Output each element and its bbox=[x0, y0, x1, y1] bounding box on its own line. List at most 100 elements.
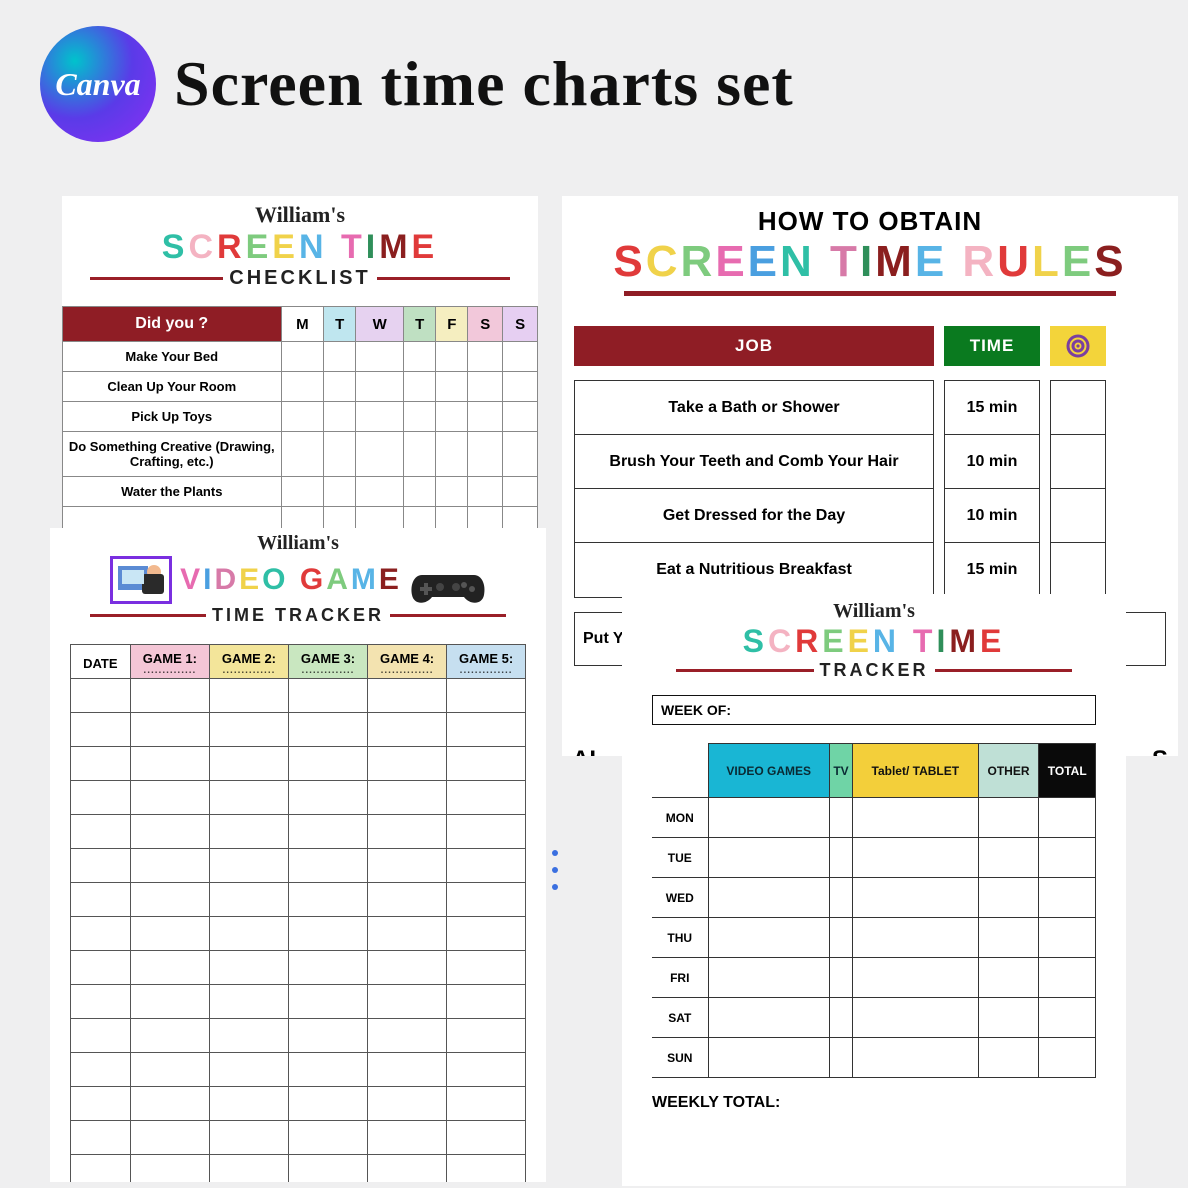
video-cell[interactable] bbox=[209, 1019, 288, 1053]
video-cell[interactable] bbox=[70, 951, 130, 985]
checklist-cell[interactable] bbox=[281, 402, 324, 432]
video-cell[interactable] bbox=[288, 883, 367, 917]
checklist-cell[interactable] bbox=[281, 432, 324, 477]
checklist-cell[interactable] bbox=[356, 342, 404, 372]
video-cell[interactable] bbox=[368, 815, 447, 849]
tracker-cell[interactable] bbox=[829, 1038, 852, 1078]
video-cell[interactable] bbox=[130, 849, 209, 883]
tracker-cell[interactable] bbox=[978, 798, 1039, 838]
video-cell[interactable] bbox=[288, 747, 367, 781]
video-cell[interactable] bbox=[209, 849, 288, 883]
rules-check-cell[interactable] bbox=[1051, 435, 1105, 489]
video-cell[interactable] bbox=[288, 781, 367, 815]
tracker-cell[interactable] bbox=[978, 998, 1039, 1038]
video-cell[interactable] bbox=[70, 917, 130, 951]
video-cell[interactable] bbox=[70, 1087, 130, 1121]
video-cell[interactable] bbox=[209, 781, 288, 815]
video-cell[interactable] bbox=[70, 849, 130, 883]
video-cell[interactable] bbox=[288, 815, 367, 849]
rules-check-cell[interactable] bbox=[1051, 381, 1105, 435]
video-cell[interactable] bbox=[209, 883, 288, 917]
video-cell[interactable] bbox=[130, 951, 209, 985]
tracker-cell[interactable] bbox=[708, 958, 829, 998]
video-cell[interactable] bbox=[130, 1053, 209, 1087]
video-cell[interactable] bbox=[130, 1121, 209, 1155]
checklist-cell[interactable] bbox=[436, 477, 468, 507]
checklist-cell[interactable] bbox=[356, 402, 404, 432]
checklist-cell[interactable] bbox=[281, 477, 324, 507]
video-cell[interactable] bbox=[209, 985, 288, 1019]
tracker-cell[interactable] bbox=[1039, 878, 1096, 918]
tracker-cell[interactable] bbox=[978, 878, 1039, 918]
video-cell[interactable] bbox=[209, 1053, 288, 1087]
checklist-cell[interactable] bbox=[468, 342, 503, 372]
video-cell[interactable] bbox=[130, 1019, 209, 1053]
video-cell[interactable] bbox=[447, 747, 526, 781]
tracker-cell[interactable] bbox=[708, 998, 829, 1038]
tracker-cell[interactable] bbox=[978, 958, 1039, 998]
video-cell[interactable] bbox=[368, 679, 447, 713]
video-cell[interactable] bbox=[288, 849, 367, 883]
tracker-cell[interactable] bbox=[708, 838, 829, 878]
video-cell[interactable] bbox=[447, 1087, 526, 1121]
video-cell[interactable] bbox=[130, 781, 209, 815]
checklist-cell[interactable] bbox=[503, 477, 538, 507]
tracker-cell[interactable] bbox=[1039, 918, 1096, 958]
video-cell[interactable] bbox=[447, 1019, 526, 1053]
tracker-cell[interactable] bbox=[708, 798, 829, 838]
checklist-cell[interactable] bbox=[404, 342, 436, 372]
week-of-field[interactable]: WEEK OF: bbox=[652, 695, 1096, 725]
tracker-cell[interactable] bbox=[853, 838, 978, 878]
rules-check-cell[interactable] bbox=[1051, 489, 1105, 543]
tracker-cell[interactable] bbox=[853, 958, 978, 998]
tracker-cell[interactable] bbox=[829, 918, 852, 958]
video-cell[interactable] bbox=[447, 917, 526, 951]
checklist-cell[interactable] bbox=[324, 372, 356, 402]
video-cell[interactable] bbox=[209, 713, 288, 747]
video-cell[interactable] bbox=[209, 1087, 288, 1121]
video-cell[interactable] bbox=[130, 713, 209, 747]
video-cell[interactable] bbox=[130, 747, 209, 781]
video-cell[interactable] bbox=[447, 1155, 526, 1183]
checklist-cell[interactable] bbox=[356, 477, 404, 507]
checklist-cell[interactable] bbox=[436, 432, 468, 477]
tracker-cell[interactable] bbox=[1039, 798, 1096, 838]
video-cell[interactable] bbox=[368, 883, 447, 917]
video-cell[interactable] bbox=[288, 1155, 367, 1183]
tracker-cell[interactable] bbox=[853, 798, 978, 838]
rules-check-cell[interactable] bbox=[1051, 543, 1105, 597]
video-cell[interactable] bbox=[130, 679, 209, 713]
video-cell[interactable] bbox=[368, 1053, 447, 1087]
video-cell[interactable] bbox=[209, 951, 288, 985]
video-cell[interactable] bbox=[70, 713, 130, 747]
checklist-cell[interactable] bbox=[436, 342, 468, 372]
checklist-cell[interactable] bbox=[468, 477, 503, 507]
video-cell[interactable] bbox=[368, 985, 447, 1019]
video-cell[interactable] bbox=[288, 713, 367, 747]
checklist-cell[interactable] bbox=[503, 342, 538, 372]
video-cell[interactable] bbox=[288, 1053, 367, 1087]
video-cell[interactable] bbox=[70, 679, 130, 713]
video-cell[interactable] bbox=[447, 951, 526, 985]
video-cell[interactable] bbox=[368, 1087, 447, 1121]
checklist-cell[interactable] bbox=[468, 372, 503, 402]
video-cell[interactable] bbox=[130, 1087, 209, 1121]
video-cell[interactable] bbox=[447, 1053, 526, 1087]
tracker-cell[interactable] bbox=[853, 918, 978, 958]
tracker-cell[interactable] bbox=[829, 958, 852, 998]
checklist-cell[interactable] bbox=[404, 372, 436, 402]
tracker-cell[interactable] bbox=[829, 878, 852, 918]
video-cell[interactable] bbox=[288, 951, 367, 985]
video-cell[interactable] bbox=[368, 713, 447, 747]
checklist-cell[interactable] bbox=[404, 477, 436, 507]
checklist-cell[interactable] bbox=[503, 402, 538, 432]
tracker-cell[interactable] bbox=[829, 998, 852, 1038]
checklist-cell[interactable] bbox=[404, 432, 436, 477]
video-cell[interactable] bbox=[447, 781, 526, 815]
tracker-cell[interactable] bbox=[853, 1038, 978, 1078]
tracker-cell[interactable] bbox=[829, 838, 852, 878]
video-cell[interactable] bbox=[368, 747, 447, 781]
video-cell[interactable] bbox=[70, 1019, 130, 1053]
video-cell[interactable] bbox=[368, 1121, 447, 1155]
checklist-cell[interactable] bbox=[324, 477, 356, 507]
